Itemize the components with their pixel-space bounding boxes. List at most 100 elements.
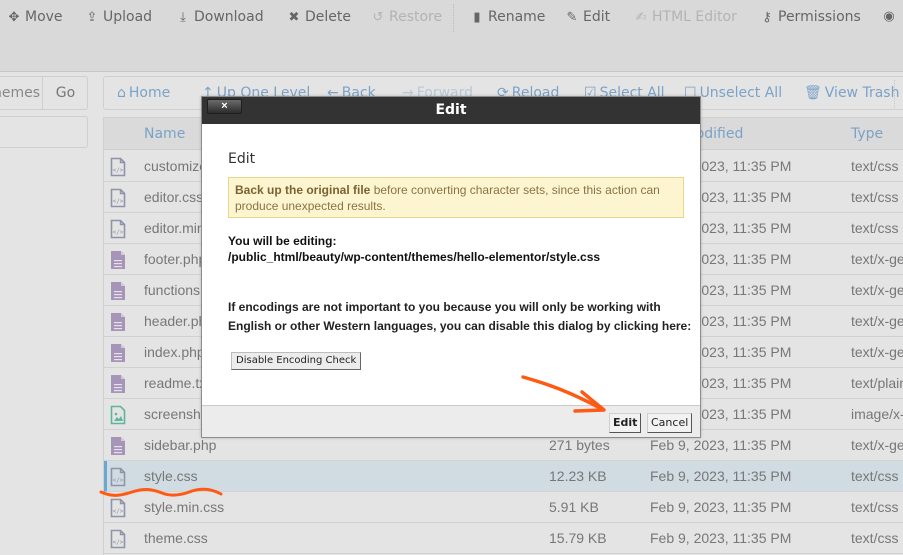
text-file-icon (110, 312, 126, 332)
file-type: text/css (851, 189, 899, 205)
file-size: 12.23 KB (549, 468, 607, 484)
move-icon: ✥ (8, 9, 20, 25)
search-group: themes Go (0, 76, 88, 110)
file-size: 271 bytes (549, 437, 610, 453)
backup-warning: Back up the original file before convert… (228, 177, 684, 218)
text-file-icon (110, 250, 126, 270)
dialog-title: Edit (435, 102, 467, 118)
upload-icon: ⇪ (86, 9, 98, 25)
file-type: text/x-generic (851, 344, 903, 360)
code-file-icon: </> (110, 467, 126, 487)
code-file-icon: </> (110, 157, 126, 177)
upload-label: Upload (103, 9, 153, 25)
file-type: image/x-generic (851, 406, 903, 422)
encoding-note: If encodings are not important to you be… (228, 300, 692, 333)
svg-text:</>: </> (113, 477, 124, 484)
file-size: 15.79 KB (549, 530, 607, 546)
svg-text:</>: </> (113, 229, 124, 236)
move-label: Move (25, 9, 63, 25)
view-button[interactable]: ◉ (882, 9, 896, 24)
file-type: text/x-generic (851, 282, 903, 298)
file-type: text/css (851, 499, 899, 515)
code-file-icon: </> (110, 529, 126, 549)
file-type: text/plain (851, 375, 903, 391)
edit-button[interactable]: ✎ Edit (565, 9, 611, 25)
image-file-icon (110, 405, 126, 425)
dialog-heading: Edit (228, 151, 256, 167)
text-file-icon (110, 436, 126, 456)
code-file-icon: </> (110, 498, 126, 518)
rename-icon: ▮ (473, 9, 481, 25)
svg-text:</>: </> (113, 508, 124, 515)
text-file-icon (110, 343, 126, 363)
file-modified: Feb 9, 2023, 11:35 PM (650, 437, 792, 453)
code-file-icon: </> (110, 188, 126, 208)
file-type: text/css (851, 468, 899, 484)
file-type: text/x-generic (851, 313, 903, 329)
warning-bold: Back up the original file (235, 183, 371, 197)
column-type[interactable]: Type (851, 126, 883, 142)
file-name[interactable]: index.php (144, 344, 205, 360)
file-name[interactable]: style.min.css (144, 499, 224, 515)
dialog-titlebar: × Edit (202, 97, 700, 124)
table-row[interactable]: </> theme.css 15.79 KB Feb 9, 2023, 11:35 P… (104, 523, 903, 554)
eye-icon: ◉ (883, 9, 895, 24)
directory-tree[interactable] (0, 116, 88, 148)
table-row[interactable]: </> style.min.css 5.91 KB Feb 9, 2023, 11:3… (104, 492, 903, 523)
home-button[interactable]: ⌂ Home (117, 85, 170, 101)
file-modified: Feb 9, 2023, 11:35 PM (650, 468, 792, 484)
file-name[interactable]: style.css (144, 468, 198, 484)
file-type: text/css (851, 158, 899, 174)
file-modified: Feb 9, 2023, 11:35 PM (650, 530, 792, 546)
rename-label: Rename (488, 9, 546, 25)
search-input[interactable]: themes (0, 77, 43, 109)
download-icon: ⤓ (180, 9, 186, 25)
home-label: Home (128, 85, 171, 101)
toolbar-divider (453, 4, 454, 32)
editing-path: /public_html/beauty/wp-content/themes/he… (228, 250, 601, 264)
delete-icon: ✖ (288, 9, 300, 25)
restore-label: Restore (389, 9, 443, 25)
home-icon: ⌂ (117, 85, 126, 101)
file-name[interactable]: footer.php (144, 251, 206, 267)
toolbar: ✥ Move ⇪ Upload ⤓ Download ✖ Delete ↺ Restore… (0, 0, 903, 72)
table-row[interactable]: </> style.css 12.23 KB Feb 9, 2023, 11:35 P… (104, 461, 903, 492)
file-name[interactable]: sidebar.php (144, 437, 216, 453)
dialog-footer: Edit Cancel (202, 405, 700, 437)
svg-text:</>: </> (113, 539, 124, 546)
confirm-edit-button[interactable]: Edit (609, 413, 642, 433)
edit-label: Edit (583, 9, 611, 25)
view-trash-button[interactable]: 🗑 View Trash (804, 85, 899, 101)
html-editor-button[interactable]: ✍ HTML Editor (634, 9, 737, 25)
file-modified: Feb 9, 2023, 11:35 PM (650, 499, 792, 515)
delete-label: Delete (305, 9, 351, 25)
file-name[interactable]: editor.css (144, 189, 203, 205)
permissions-button[interactable]: ⚷ Permissions (760, 9, 861, 25)
text-file-icon (110, 374, 126, 394)
restore-button[interactable]: ↺ Restore (371, 9, 443, 25)
column-name[interactable]: Name (144, 126, 185, 142)
editing-info: You will be editing: /public_html/beauty… (228, 233, 600, 265)
delete-button[interactable]: ✖ Delete (287, 9, 351, 25)
permissions-label: Permissions (778, 9, 861, 25)
svg-text:</>: </> (113, 198, 124, 205)
file-type: text/css (851, 220, 899, 236)
cancel-button[interactable]: Cancel (647, 413, 693, 433)
go-button[interactable]: Go (44, 77, 87, 109)
upload-button[interactable]: ⇪ Upload (85, 9, 153, 25)
move-button[interactable]: ✥ Move (7, 9, 63, 25)
svg-text:</>: </> (113, 167, 124, 174)
code-file-icon: </> (110, 219, 126, 239)
file-name[interactable]: theme.css (144, 530, 208, 546)
pencil-icon: ✎ (566, 9, 578, 25)
disable-encoding-check-button[interactable]: Disable Encoding Check (231, 352, 362, 370)
trash-icon: 🗑 (804, 85, 822, 101)
download-label: Download (194, 9, 264, 25)
file-type: text/x-generic (851, 251, 903, 267)
download-button[interactable]: ⤓ Download (176, 9, 264, 25)
restore-icon: ↺ (372, 9, 384, 25)
file-size: 5.91 KB (549, 499, 599, 515)
rename-button[interactable]: ▮ Rename (470, 9, 545, 25)
edit-dialog: × Edit Edit Back up the original file be… (201, 96, 701, 438)
file-type: text/css (851, 530, 899, 546)
